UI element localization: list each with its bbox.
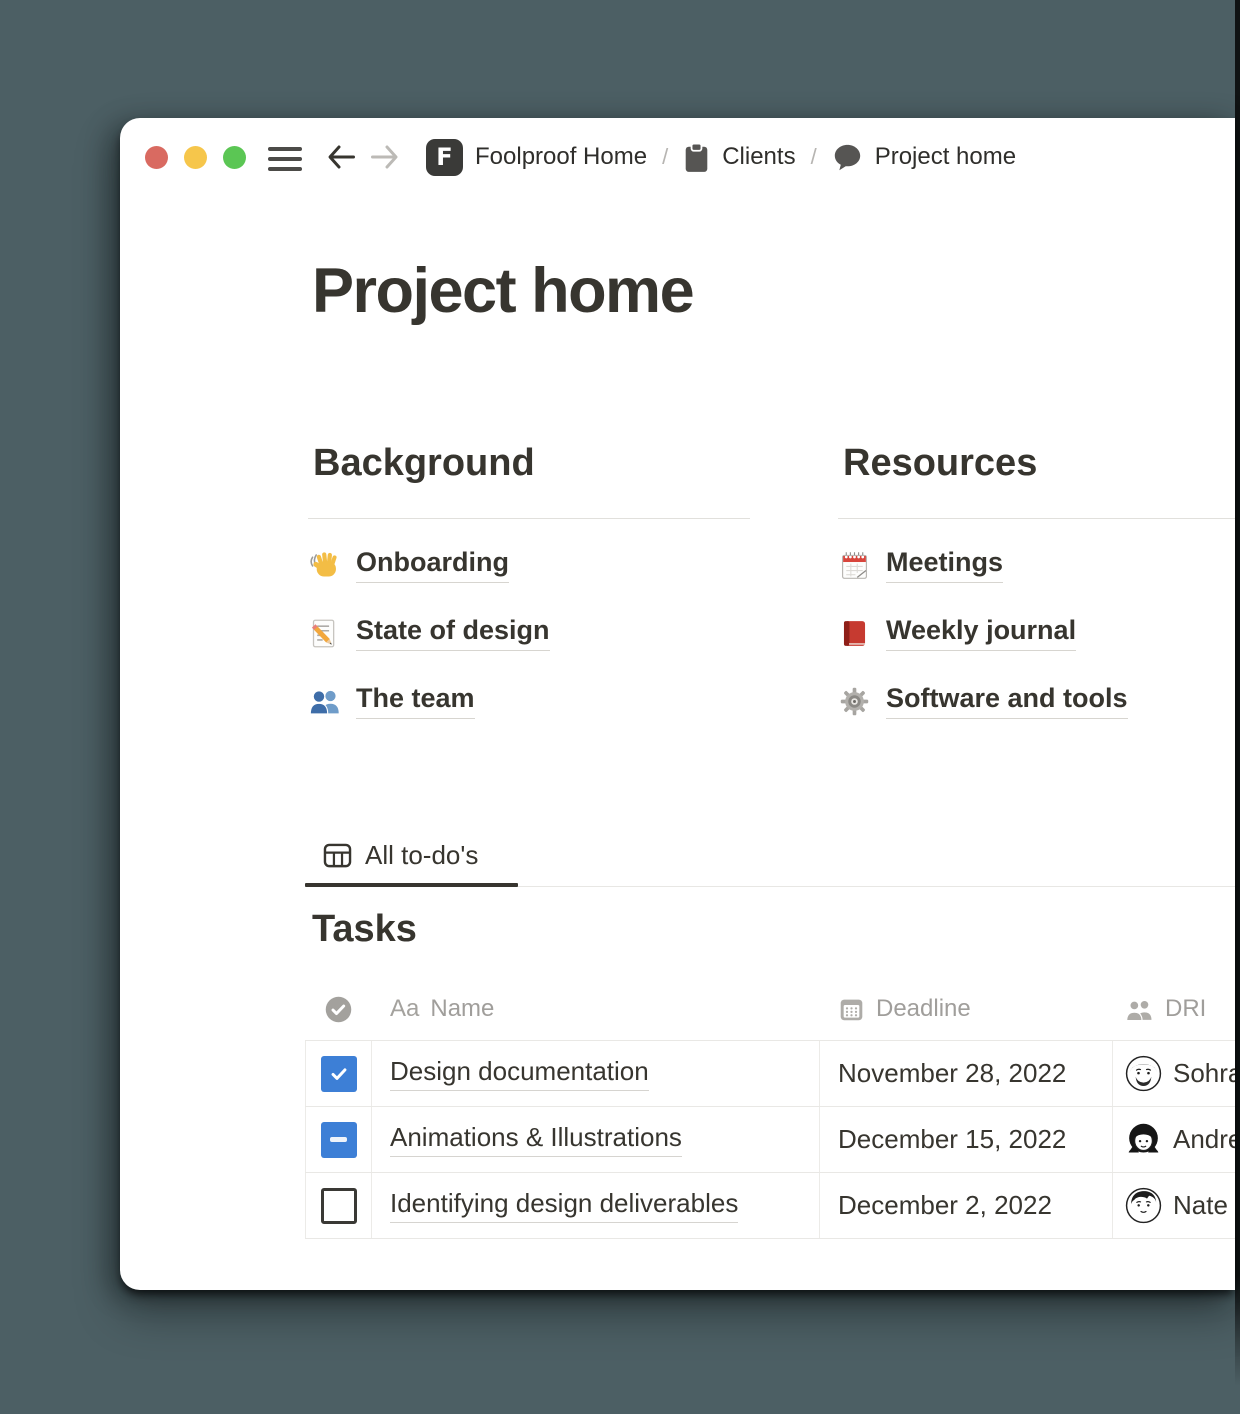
page-link-label: Software and tools	[886, 683, 1128, 719]
page-link-label: Meetings	[886, 547, 1003, 583]
table-header-row: Aa Name	[305, 978, 1235, 1040]
table-row: Identifying design deliverables December…	[305, 1172, 1235, 1239]
task-deadline-cell[interactable]: December 2, 2022	[820, 1173, 1113, 1238]
hamburger-menu-icon[interactable]	[268, 147, 302, 171]
page-title: Project home	[312, 253, 693, 329]
breadcrumb-item-project-home[interactable]: Project home	[832, 143, 1016, 172]
task-checkbox[interactable]	[321, 1122, 357, 1158]
clipboard-icon	[683, 142, 710, 173]
back-arrow-icon[interactable]	[326, 143, 356, 171]
gear-icon	[838, 685, 871, 718]
section-resources: Resources Meetings	[838, 438, 1235, 723]
tasks-table: Aa Name	[305, 978, 1235, 1239]
divider	[838, 518, 1235, 519]
task-checkbox[interactable]	[321, 1188, 357, 1224]
tab-all-todos[interactable]: All to-do's	[323, 840, 478, 871]
page-link-label: Weekly journal	[886, 615, 1076, 651]
window-controls	[145, 146, 246, 169]
page-link-label: The team	[356, 683, 475, 719]
column-header-deadline[interactable]: Deadline	[820, 978, 1113, 1040]
task-name-link[interactable]: Identifying design deliverables	[390, 1188, 738, 1223]
table-row: Design documentation November 28, 2022 S…	[305, 1040, 1235, 1106]
close-window-button[interactable]	[145, 146, 168, 169]
breadcrumb-separator: /	[811, 144, 817, 170]
section-heading: Background	[313, 438, 750, 488]
calendar-icon	[838, 996, 865, 1023]
task-name-link[interactable]: Design documentation	[390, 1056, 649, 1091]
table-row: Animations & Illustrations December 15, …	[305, 1106, 1235, 1172]
breadcrumb-item-foolproof-home[interactable]: F Foolproof Home	[426, 139, 647, 176]
check-circle-icon	[324, 995, 353, 1024]
column-header-done[interactable]	[305, 978, 372, 1040]
foolproof-logo: F	[426, 139, 463, 176]
page-link-software-and-tools[interactable]: Software and tools	[838, 679, 1235, 723]
page-link-weekly-journal[interactable]: Weekly journal	[838, 611, 1235, 655]
task-checkbox[interactable]	[321, 1056, 357, 1092]
adjacent-window-edge	[1235, 0, 1240, 1386]
tasks-heading: Tasks	[312, 908, 417, 951]
breadcrumb: F Foolproof Home / Clients / Project hom…	[426, 137, 1016, 177]
divider	[308, 518, 750, 519]
breadcrumb-separator: /	[662, 144, 668, 170]
minimize-window-button[interactable]	[184, 146, 207, 169]
task-deadline-cell[interactable]: December 15, 2022	[820, 1107, 1113, 1172]
table-view-icon	[323, 842, 352, 869]
task-dri-cell[interactable]: Nate	[1113, 1173, 1235, 1238]
page-link-state-of-design[interactable]: State of design	[308, 611, 750, 655]
task-deadline-cell[interactable]: November 28, 2022	[820, 1041, 1113, 1106]
avatar-dark-bob-woman	[1125, 1121, 1162, 1158]
page-link-meetings[interactable]: Meetings	[838, 543, 1235, 587]
memo-icon	[308, 617, 341, 650]
tab-label: All to-do's	[365, 840, 478, 871]
task-name-link[interactable]: Animations & Illustrations	[390, 1122, 682, 1157]
task-dri-cell[interactable]: Sohra	[1113, 1041, 1235, 1106]
people-icon	[1125, 997, 1154, 1022]
section-heading: Resources	[843, 438, 1235, 488]
red-book-icon	[838, 617, 871, 650]
page-link-the-team[interactable]: The team	[308, 679, 750, 723]
active-tab-indicator	[305, 883, 518, 887]
section-background: Background	[308, 438, 750, 723]
breadcrumb-item-clients[interactable]: Clients	[683, 142, 795, 173]
page-link-onboarding[interactable]: Onboarding	[308, 543, 750, 587]
task-dri-cell[interactable]: Andre	[1113, 1107, 1235, 1172]
avatar-bearded-man	[1125, 1055, 1162, 1092]
forward-arrow-icon[interactable]	[370, 143, 400, 171]
avatar-short-hair-man	[1125, 1187, 1162, 1224]
page-link-label: State of design	[356, 615, 550, 651]
column-header-name[interactable]: Aa Name	[372, 978, 820, 1040]
waving-hand-icon	[308, 549, 341, 582]
zoom-window-button[interactable]	[223, 146, 246, 169]
speech-bubble-icon	[832, 143, 863, 172]
spiral-calendar-icon	[838, 549, 871, 582]
aa-type-icon: Aa	[390, 995, 419, 1023]
app-window: F Foolproof Home / Clients / Project hom…	[120, 118, 1235, 1290]
column-header-dri[interactable]: DRI	[1113, 978, 1235, 1040]
busts-in-silhouette-icon	[308, 685, 341, 718]
page-link-label: Onboarding	[356, 547, 509, 583]
